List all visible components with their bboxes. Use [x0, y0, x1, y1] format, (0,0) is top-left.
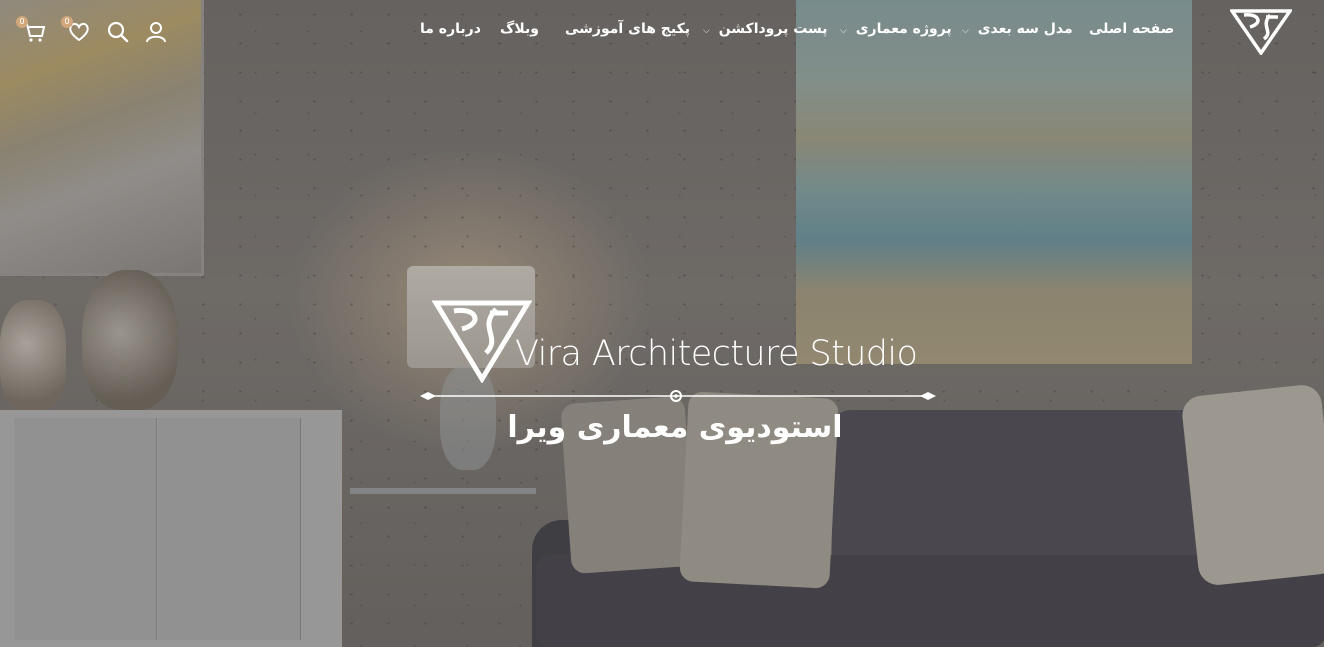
cart-count-badge: 0	[16, 16, 28, 28]
nav-item-home[interactable]: صفحه اصلی	[1089, 21, 1174, 41]
nav-item-label: پکیج های آموزشی	[565, 21, 690, 37]
search-button[interactable]	[106, 20, 130, 44]
user-icon	[146, 22, 166, 43]
account-button[interactable]	[144, 20, 168, 44]
hero-title: Vira Architecture Studio	[515, 334, 918, 374]
nav-item-label: پست پروداکشن	[718, 21, 828, 37]
nav-item-label: صفحه اصلی	[1089, 21, 1175, 37]
hero-subtitle: استودیوی معماری ویرا	[507, 410, 843, 445]
nav-item-post-production[interactable]: پست پروداکشن ⌵	[703, 21, 828, 41]
nav-item-label: وبلاگ	[500, 21, 539, 37]
nav-item-blog[interactable]: وبلاگ	[500, 21, 539, 41]
wishlist-button[interactable]: 0	[61, 16, 91, 44]
chevron-down-icon: ⌵	[962, 26, 969, 36]
nav-item-label: مدل سه بعدی	[977, 21, 1073, 37]
cart-button[interactable]: 0	[16, 16, 46, 44]
site-header: صفحه اصلی مدل سه بعدی ⌵ پروژه معماری ⌵ پ…	[0, 0, 1324, 62]
search-icon	[107, 21, 129, 43]
nav-item-3d-models[interactable]: مدل سه بعدی ⌵	[962, 21, 1073, 41]
chevron-down-icon: ⌵	[703, 26, 710, 36]
ornamental-divider	[420, 390, 936, 402]
chevron-down-icon: ⌵	[840, 26, 847, 36]
nav-item-architecture-projects[interactable]: پروژه معماری ⌵	[840, 21, 952, 41]
nav-item-about-us[interactable]: درباره ما	[420, 21, 481, 41]
nav-item-label: درباره ما	[420, 21, 481, 37]
nav-item-training-packages[interactable]: پکیج های آموزشی	[565, 21, 690, 41]
hero-background-image	[0, 0, 1324, 647]
wishlist-count-badge: 0	[61, 16, 73, 28]
brand-logo[interactable]	[1230, 5, 1292, 55]
nav-item-label: پروژه معماری	[855, 21, 952, 37]
